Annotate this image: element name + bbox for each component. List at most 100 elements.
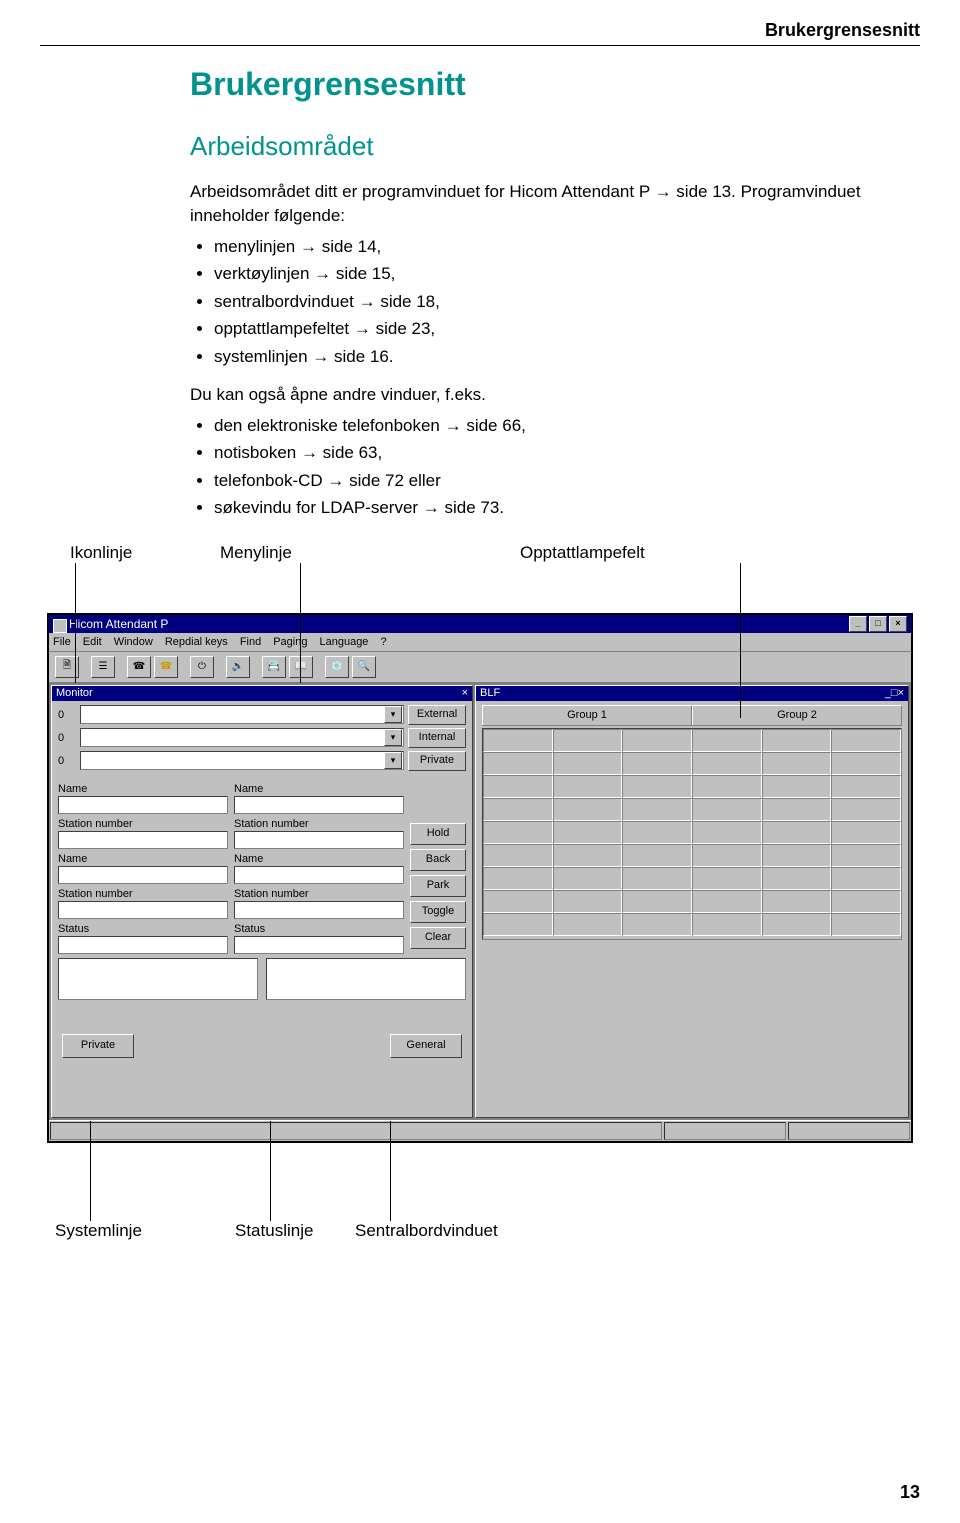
tab-group-2[interactable]: Group 2	[692, 705, 902, 725]
blf-cell[interactable]	[692, 913, 762, 936]
blf-cell[interactable]	[622, 798, 692, 821]
blf-cell[interactable]	[762, 821, 832, 844]
park-button[interactable]: Park	[410, 875, 466, 897]
blf-cell[interactable]	[692, 844, 762, 867]
toolbar-btn-list-icon[interactable]: ☰	[91, 656, 115, 678]
menu-window[interactable]: Window	[114, 636, 153, 648]
blf-cell[interactable]	[622, 775, 692, 798]
tab-group-1[interactable]: Group 1	[482, 705, 692, 725]
blf-cell[interactable]	[622, 752, 692, 775]
blf-cell[interactable]	[692, 775, 762, 798]
blf-cell[interactable]	[483, 821, 553, 844]
name-field[interactable]	[58, 796, 228, 814]
blf-cell[interactable]	[762, 752, 832, 775]
toolbar-btn-phone-right-icon[interactable]: ☎	[154, 656, 178, 678]
blf-cell[interactable]	[831, 867, 901, 890]
blf-cell[interactable]	[483, 775, 553, 798]
menu-language[interactable]: Language	[319, 636, 368, 648]
station-number-field[interactable]	[234, 901, 404, 919]
blf-cell[interactable]	[553, 821, 623, 844]
external-button[interactable]: External	[408, 705, 466, 725]
menu-help[interactable]: ?	[380, 636, 386, 648]
blf-cell[interactable]	[831, 798, 901, 821]
blf-cell[interactable]	[692, 729, 762, 752]
blf-cell[interactable]	[831, 729, 901, 752]
blf-cell[interactable]	[762, 890, 832, 913]
blf-cell[interactable]	[692, 867, 762, 890]
clear-button[interactable]: Clear	[410, 927, 466, 949]
blf-cell[interactable]	[483, 844, 553, 867]
menu-find[interactable]: Find	[240, 636, 261, 648]
blf-cell[interactable]	[483, 890, 553, 913]
menu-file[interactable]: File	[53, 636, 71, 648]
monitor-dropdown-external[interactable]	[80, 705, 404, 724]
monitor-close-button[interactable]: ×	[462, 687, 468, 699]
blf-cell[interactable]	[692, 752, 762, 775]
general-bottom-button[interactable]: General	[390, 1034, 462, 1058]
toolbar-btn-book-icon[interactable]: 📖	[289, 656, 313, 678]
blf-cell[interactable]	[622, 913, 692, 936]
blf-cell[interactable]	[622, 867, 692, 890]
toolbar-btn-search-icon[interactable]: 🔍	[352, 656, 376, 678]
internal-button[interactable]: Internal	[408, 728, 466, 748]
back-button[interactable]: Back	[410, 849, 466, 871]
blf-cell[interactable]	[553, 867, 623, 890]
blf-cell[interactable]	[553, 890, 623, 913]
blf-close-button[interactable]: ×	[898, 687, 904, 699]
blf-cell[interactable]	[762, 798, 832, 821]
blf-cell[interactable]	[622, 890, 692, 913]
menu-edit[interactable]: Edit	[83, 636, 102, 648]
status-field[interactable]	[234, 936, 404, 954]
monitor-dropdown-internal[interactable]	[80, 728, 404, 747]
blf-cell[interactable]	[483, 752, 553, 775]
blf-cell[interactable]	[831, 913, 901, 936]
window-minimize-button[interactable]: _	[849, 616, 867, 632]
menu-repdial[interactable]: Repdial keys	[165, 636, 228, 648]
blf-cell[interactable]	[622, 729, 692, 752]
private-button[interactable]: Private	[408, 751, 466, 771]
toggle-button[interactable]: Toggle	[410, 901, 466, 923]
blf-cell[interactable]	[483, 798, 553, 821]
blf-cell[interactable]	[483, 867, 553, 890]
hold-button[interactable]: Hold	[410, 823, 466, 845]
window-maximize-button[interactable]: □	[869, 616, 887, 632]
blf-cell[interactable]	[622, 821, 692, 844]
blf-cell[interactable]	[831, 821, 901, 844]
status-field[interactable]	[58, 936, 228, 954]
toolbar-btn-phone-left-icon[interactable]: ☎	[127, 656, 151, 678]
blf-cell[interactable]	[483, 729, 553, 752]
blf-cell[interactable]	[553, 798, 623, 821]
blf-maximize-button[interactable]: □	[891, 687, 898, 699]
toolbar-btn-card-icon[interactable]: 📇	[262, 656, 286, 678]
blf-cell[interactable]	[762, 729, 832, 752]
name-field[interactable]	[234, 796, 404, 814]
blf-cell[interactable]	[553, 844, 623, 867]
blf-cell[interactable]	[831, 775, 901, 798]
private-bottom-button[interactable]: Private	[62, 1034, 134, 1058]
blf-cell[interactable]	[553, 913, 623, 936]
blf-cell[interactable]	[762, 844, 832, 867]
blf-cell[interactable]	[692, 821, 762, 844]
blf-cell[interactable]	[622, 844, 692, 867]
menu-paging[interactable]: Paging	[273, 636, 307, 648]
toolbar-btn-break-icon[interactable]: ⏻	[190, 656, 214, 678]
name-field[interactable]	[58, 866, 228, 884]
station-number-field[interactable]	[234, 831, 404, 849]
blf-cell[interactable]	[553, 775, 623, 798]
blf-cell[interactable]	[762, 867, 832, 890]
blf-cell[interactable]	[762, 775, 832, 798]
blf-cell[interactable]	[553, 752, 623, 775]
blf-cell[interactable]	[553, 729, 623, 752]
monitor-dropdown-private[interactable]	[80, 751, 404, 770]
blf-cell[interactable]	[762, 913, 832, 936]
blf-cell[interactable]	[692, 798, 762, 821]
window-close-button[interactable]: ×	[889, 616, 907, 632]
toolbar-btn-disc-icon[interactable]: 💿	[325, 656, 349, 678]
name-field[interactable]	[234, 866, 404, 884]
blf-cell[interactable]	[831, 890, 901, 913]
blf-cell[interactable]	[831, 844, 901, 867]
blf-cell[interactable]	[692, 890, 762, 913]
station-number-field[interactable]	[58, 901, 228, 919]
station-number-field[interactable]	[58, 831, 228, 849]
toolbar-btn-speaker-icon[interactable]: 🔊	[226, 656, 250, 678]
